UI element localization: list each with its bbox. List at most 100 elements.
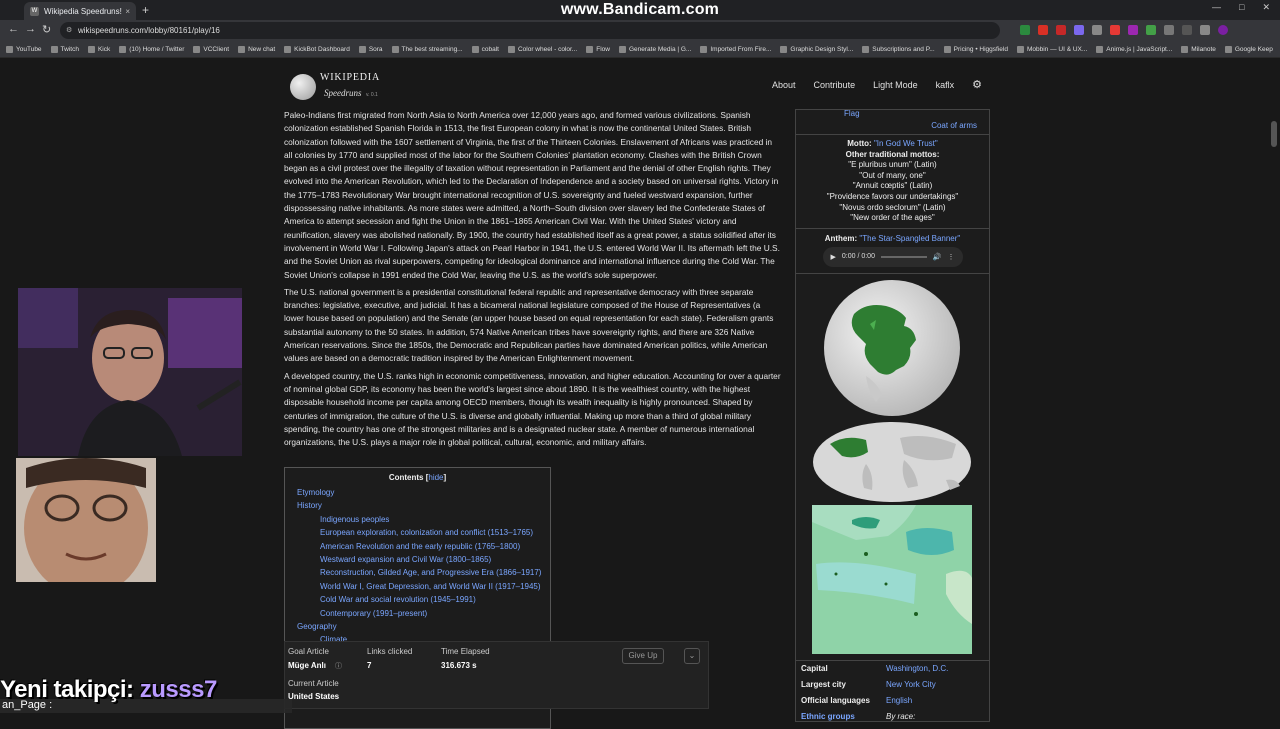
bookmark-item[interactable]: Imported From Fire... <box>700 46 771 53</box>
toc-item[interactable]: Etymology <box>285 486 550 499</box>
extension-icon[interactable] <box>1128 25 1138 35</box>
toc-item[interactable]: American Revolution and the early republ… <box>285 540 550 553</box>
extension-icon[interactable] <box>1038 25 1048 35</box>
bookmark-icon <box>193 46 201 53</box>
toc-item[interactable]: European exploration, colonization and c… <box>285 526 550 539</box>
anthem-link[interactable]: "The Star-Spangled Banner" <box>859 234 960 243</box>
bookmark-item[interactable]: Twitch <box>50 46 79 53</box>
infobox-row: Official languages English <box>796 693 989 709</box>
audio-progress[interactable] <box>880 255 927 258</box>
bookmark-item[interactable]: Generate Media | G... <box>618 46 692 53</box>
info-icon[interactable]: ⓘ <box>335 661 342 671</box>
toc-item[interactable]: World War I, Great Depression, and World… <box>285 580 550 593</box>
motto-item[interactable]: "Novus ordo seclorum" (Latin) <box>796 203 989 214</box>
follower-name: zusss7 <box>139 676 218 703</box>
bookmark-item[interactable]: Mobbin — UI & UX... <box>1016 46 1087 53</box>
bookmark-icon <box>238 46 246 53</box>
bookmark-icon <box>358 46 366 53</box>
bookmark-label: (10) Home / Twitter <box>129 46 185 53</box>
time-elapsed-label: Time Elapsed <box>441 647 490 656</box>
chevron-down-icon[interactable]: ⌄ <box>684 648 700 664</box>
extension-icon[interactable] <box>1182 25 1192 35</box>
bookmark-item[interactable]: Milanote <box>1181 46 1216 53</box>
bookmark-item[interactable]: New chat <box>238 46 275 53</box>
address-bar[interactable]: ⚙ wikispeedruns.com/lobby/80161/play/16 <box>60 22 1000 39</box>
play-icon[interactable]: ▶ <box>831 253 836 261</box>
bookmark-icon <box>50 46 58 53</box>
maximize-icon[interactable]: □ <box>1239 2 1244 13</box>
reload-icon[interactable]: ↻ <box>42 23 51 36</box>
site-info-icon[interactable]: ⚙ <box>66 22 72 39</box>
bookmark-item[interactable]: Anime.js | JavaScript... <box>1096 46 1172 53</box>
bookmark-item[interactable]: Sora <box>358 46 383 53</box>
toc-item[interactable]: Cold War and social revolution (1945–199… <box>285 593 550 606</box>
extension-icon[interactable] <box>1146 25 1156 35</box>
toc-item[interactable]: Westward expansion and Civil War (1800–1… <box>285 553 550 566</box>
webcam-overlay <box>18 288 242 456</box>
bookmark-icon <box>391 46 399 53</box>
audio-time: 0:00 / 0:00 <box>841 253 875 261</box>
bookmark-item[interactable]: Flow <box>586 46 610 53</box>
nav-about[interactable]: About <box>772 80 796 90</box>
bookmark-label: Imported From Fire... <box>710 46 772 53</box>
bookmark-item[interactable]: Pricing • Higgsfield <box>943 46 1008 53</box>
bookmark-label: Google Keep <box>1234 46 1273 53</box>
bookmark-item[interactable]: VCClient <box>193 46 229 53</box>
row-value[interactable]: Washington, D.C. <box>886 663 948 675</box>
profile-avatar[interactable] <box>1218 25 1228 35</box>
minimize-icon[interactable]: — <box>1212 2 1221 13</box>
bookmark-label: Generate Media | G... <box>628 46 692 53</box>
toc-item[interactable]: Indigenous peoples <box>285 513 550 526</box>
back-icon[interactable]: ← <box>8 23 19 35</box>
close-window-icon[interactable]: ✕ <box>1262 2 1270 13</box>
motto-item[interactable]: "E pluribus unum" (Latin) <box>796 160 989 171</box>
nav-user[interactable]: kaflx <box>936 80 955 90</box>
logo-title: Wikipedia <box>320 72 380 83</box>
bookmark-icon <box>507 46 515 53</box>
extension-icon[interactable] <box>1092 25 1102 35</box>
bookmark-item[interactable]: The best streaming... <box>391 46 463 53</box>
bookmark-item[interactable]: Google Keep <box>1224 46 1273 53</box>
extension-icon[interactable] <box>1164 25 1174 35</box>
toc-item[interactable]: History <box>285 499 550 512</box>
bookmark-item[interactable]: Subscriptions and P... <box>862 46 935 53</box>
motto-link[interactable]: "In God We Trust" <box>874 139 938 148</box>
more-options-icon[interactable]: ⋮ <box>948 253 955 261</box>
nav-contribute[interactable]: Contribute <box>814 80 856 90</box>
extension-icons <box>1020 25 1228 35</box>
coat-of-arms-link[interactable]: Coat of arms <box>931 121 977 130</box>
bookmark-item[interactable]: Color wheel - color... <box>507 46 577 53</box>
row-key[interactable]: Ethnic groups <box>801 711 886 723</box>
bookmark-item[interactable]: YouTube <box>6 46 42 53</box>
current-article-value: United States <box>288 692 340 701</box>
bookmark-item[interactable]: cobalt <box>471 46 499 53</box>
site-logo[interactable]: Wikipedia Speedruns v. 0.1 <box>290 72 380 101</box>
nav-light-mode[interactable]: Light Mode <box>873 80 918 90</box>
bookmark-label: Subscriptions and P... <box>872 46 935 53</box>
bookmark-item[interactable]: Kick <box>87 46 110 53</box>
extension-icon[interactable] <box>1074 25 1084 35</box>
row-value: By race: <box>886 711 916 721</box>
audio-player[interactable]: ▶ 0:00 / 0:00 🔊 ⋮ <box>822 246 963 267</box>
toc-item[interactable]: Contemporary (1991–present) <box>285 607 550 620</box>
page-scrollbar[interactable] <box>1271 121 1277 147</box>
extension-icon[interactable] <box>1056 25 1066 35</box>
motto-item[interactable]: "Annuit cœptis" (Latin) <box>796 181 989 192</box>
toc-item[interactable]: Geography <box>285 620 550 633</box>
extension-icon[interactable] <box>1020 25 1030 35</box>
flag-link[interactable]: Flag <box>844 109 860 118</box>
gear-icon[interactable]: ⚙ <box>972 78 982 91</box>
bookmark-item[interactable]: KickBot Dashboard <box>284 46 350 53</box>
row-value[interactable]: New York City <box>886 679 936 691</box>
volume-icon[interactable]: 🔊 <box>933 253 942 261</box>
extension-icon[interactable] <box>1110 25 1120 35</box>
toc-hide-link[interactable]: hide <box>428 473 443 482</box>
forward-icon[interactable]: → <box>25 23 36 35</box>
bookmark-item[interactable]: Graphic Design Styl... <box>780 46 853 53</box>
links-clicked-value: 7 <box>367 661 372 670</box>
extension-icon[interactable] <box>1200 25 1210 35</box>
toc-item[interactable]: Reconstruction, Gilded Age, and Progress… <box>285 566 550 579</box>
row-value[interactable]: English <box>886 695 912 707</box>
give-up-button[interactable]: Give Up <box>622 648 664 664</box>
bookmark-item[interactable]: (10) Home / Twitter <box>119 46 184 53</box>
